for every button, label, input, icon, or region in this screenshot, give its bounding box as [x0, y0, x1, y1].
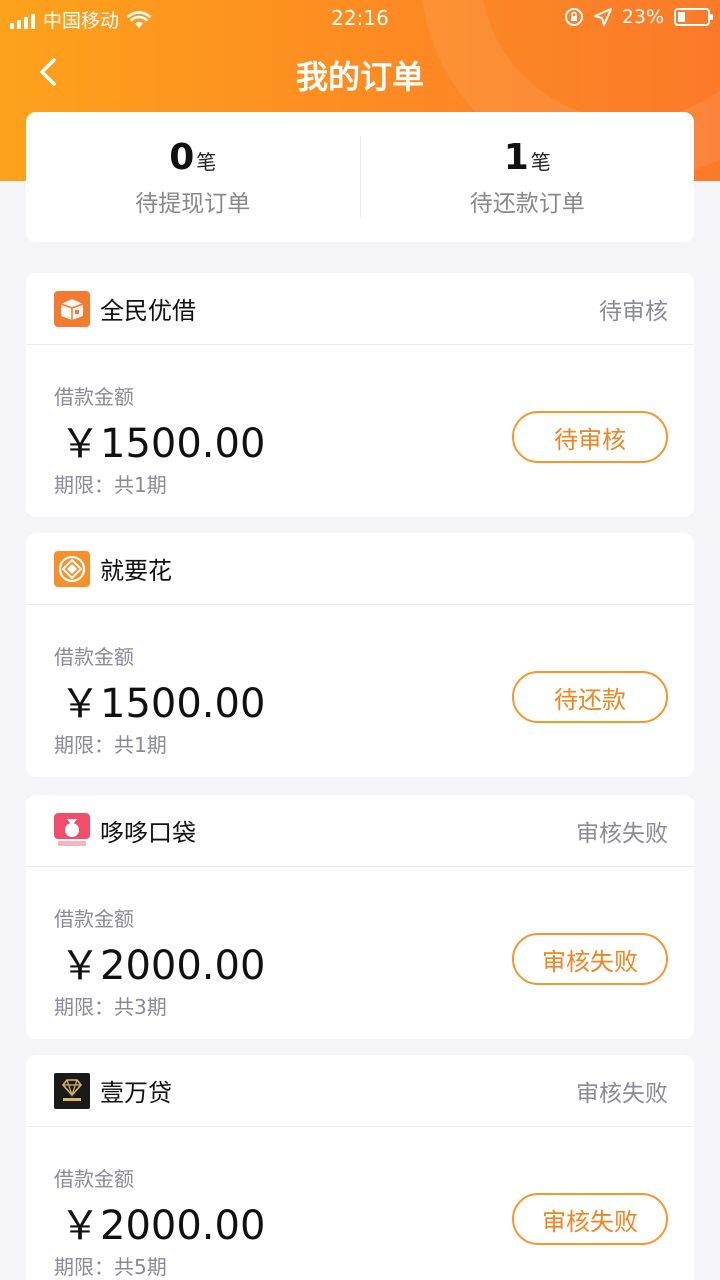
amount-label: 借款金额	[54, 907, 134, 931]
order-card[interactable]: 哆哆口袋 审核失败 借款金额 ￥2000.00 期限：共3期 审核失败	[26, 795, 694, 1039]
order-action-button[interactable]: 审核失败	[512, 1193, 668, 1245]
battery-percent: 23%	[621, 6, 664, 28]
loan-term: 期限：共3期	[54, 995, 167, 1019]
order-status: 审核失败	[576, 820, 668, 847]
money-bag-icon	[54, 812, 90, 849]
order-card[interactable]: 就要花 借款金额 ￥1500.00 期限：共1期 待还款	[26, 533, 694, 777]
pending-repayment-label: 待还款订单	[469, 190, 585, 217]
loan-term: 期限：共1期	[54, 733, 167, 757]
order-action-button[interactable]: 审核失败	[512, 933, 668, 985]
order-card-body: 借款金额 ￥1500.00 期限：共1期 待审核	[26, 345, 694, 517]
count-unit: 笔	[530, 149, 551, 174]
loan-amount: ￥1500.00	[60, 681, 266, 727]
loan-amount: ￥1500.00	[60, 421, 266, 467]
loan-term: 期限：共5期	[54, 1255, 167, 1279]
order-summary: 0笔 待提现订单 1笔 待还款订单	[26, 112, 694, 242]
amount-label: 借款金额	[54, 1167, 134, 1191]
order-action-button[interactable]: 待还款	[512, 671, 668, 723]
loan-amount: ￥2000.00	[60, 943, 266, 989]
page-title: 我的订单	[295, 58, 424, 96]
diamond-coin-icon	[54, 550, 90, 587]
rotation-lock-icon	[564, 8, 583, 26]
order-card[interactable]: 壹万贷 审核失败 借款金额 ￥2000.00 期限：共5期 审核失败	[26, 1055, 694, 1280]
order-card-body: 借款金额 ￥2000.00 期限：共3期 审核失败	[26, 867, 694, 1039]
battery-icon	[674, 8, 713, 26]
loan-amount: ￥2000.00	[60, 1203, 266, 1249]
order-card-body: 借款金额 ￥1500.00 期限：共1期 待还款	[26, 605, 694, 777]
gem-icon	[54, 1072, 90, 1109]
pending-repayment-count: 1	[503, 136, 529, 178]
amount-label: 借款金额	[54, 385, 134, 409]
order-card-header: 壹万贷 审核失败	[26, 1055, 694, 1127]
order-card-header: 全民优借 待审核	[26, 273, 694, 345]
navigation-bar: 我的订单	[0, 40, 720, 106]
loan-term: 期限：共1期	[54, 473, 167, 497]
box-icon	[54, 290, 90, 327]
pending-repayment-summary[interactable]: 1笔 待还款订单	[361, 112, 695, 242]
amount-label: 借款金额	[54, 645, 134, 669]
order-action-button[interactable]: 待审核	[512, 411, 668, 463]
lender-name: 就要花	[100, 557, 172, 585]
order-card-body: 借款金额 ￥2000.00 期限：共5期 审核失败	[26, 1127, 694, 1280]
pending-withdrawal-label: 待提现订单	[135, 190, 251, 217]
order-status: 审核失败	[576, 1080, 668, 1107]
pending-withdrawal-count: 0	[169, 136, 195, 178]
pending-withdrawal-summary[interactable]: 0笔 待提现订单	[26, 112, 360, 242]
order-status: 待审核	[599, 298, 668, 325]
order-card-header: 就要花	[26, 533, 694, 605]
status-bar: 中国移动 22:16 23%	[0, 0, 720, 36]
lender-name: 全民优借	[100, 297, 196, 325]
order-card-header: 哆哆口袋 审核失败	[26, 795, 694, 867]
location-arrow-icon	[593, 8, 612, 26]
lender-name: 壹万贷	[100, 1079, 172, 1107]
lender-name: 哆哆口袋	[100, 819, 196, 847]
count-unit: 笔	[196, 149, 217, 174]
order-card[interactable]: 全民优借 待审核 借款金额 ￥1500.00 期限：共1期 待审核	[26, 273, 694, 517]
